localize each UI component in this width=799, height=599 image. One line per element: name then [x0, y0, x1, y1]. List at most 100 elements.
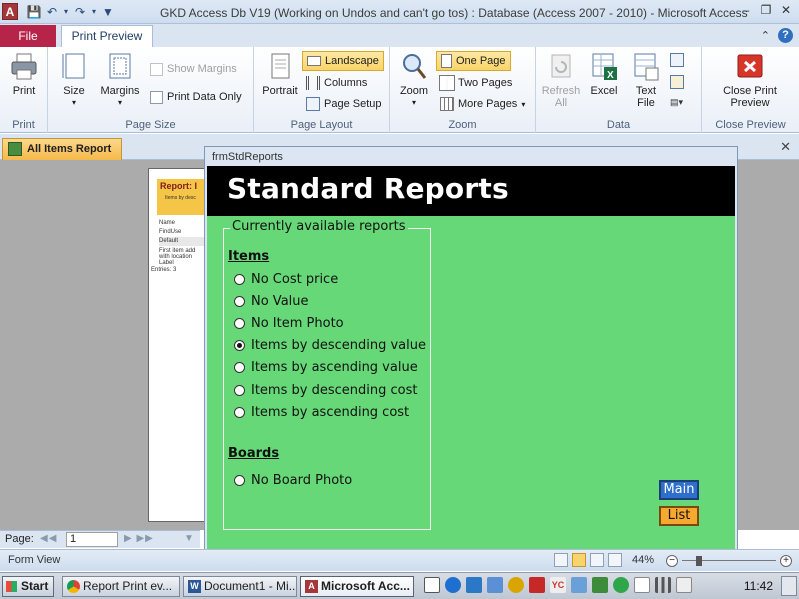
main-button[interactable]: Main: [659, 480, 699, 500]
radio-button[interactable]: [234, 318, 245, 329]
network-tool-tray-icon[interactable]: [487, 577, 503, 593]
taskbar-word[interactable]: W Document1 - Mi...: [183, 576, 297, 597]
layout-view-icon[interactable]: [554, 553, 568, 567]
minimize-ribbon-icon[interactable]: ⌃: [761, 29, 770, 42]
start-button[interactable]: Start: [2, 576, 54, 597]
radio-button[interactable]: [234, 274, 245, 285]
zoom-group: Zoom ▾ One Page Two Pages More Pages ▾ Z…: [390, 47, 536, 133]
volume-tray-icon[interactable]: [676, 577, 692, 593]
zoom-out-icon[interactable]: −: [666, 555, 678, 567]
customize-qat-icon[interactable]: ▼: [100, 4, 116, 20]
radio-no-board-photo[interactable]: No Board Photo: [234, 473, 352, 488]
print-preview-view-icon[interactable]: [572, 553, 586, 567]
restore-icon[interactable]: ❐: [759, 3, 773, 17]
app-tray-icon[interactable]: [571, 577, 587, 593]
yc-tray-icon[interactable]: YC: [550, 577, 566, 593]
undo-dropdown-icon[interactable]: ▾: [62, 4, 70, 20]
undo-icon[interactable]: ↶: [44, 4, 60, 20]
flag-tray-icon[interactable]: [634, 577, 650, 593]
close-preview-icon: [737, 54, 763, 78]
chrome-icon: [67, 580, 80, 593]
radio-button[interactable]: [234, 475, 245, 486]
signal-tray-icon[interactable]: [655, 577, 671, 593]
popup-title[interactable]: frmStdReports: [212, 151, 283, 163]
margins-button[interactable]: Margins ▾: [98, 51, 142, 109]
close-window-icon[interactable]: ✕: [779, 3, 793, 17]
show-margins-checkbox[interactable]: Show Margins: [146, 59, 241, 79]
two-pages-icon: [439, 75, 455, 91]
landscape-button[interactable]: Landscape: [302, 51, 384, 71]
columns-button[interactable]: Columns: [302, 73, 371, 93]
zoom-button[interactable]: Zoom ▾: [396, 51, 432, 109]
two-pages-button[interactable]: Two Pages: [436, 73, 516, 93]
radio-no-value[interactable]: No Value: [234, 294, 309, 309]
radio-button[interactable]: [234, 362, 245, 373]
radio-items-asc-value[interactable]: Items by ascending value: [234, 360, 418, 375]
first-prev-page-icons[interactable]: ◀◀: [40, 533, 57, 544]
refresh-all-button[interactable]: Refresh All: [540, 51, 582, 109]
taskbar-access[interactable]: A Microsoft Acc...: [300, 576, 414, 597]
radio-no-item-photo[interactable]: No Item Photo: [234, 316, 344, 331]
tab-print-preview[interactable]: Print Preview: [61, 25, 153, 48]
radio-button[interactable]: [234, 407, 245, 418]
report-icon: [8, 142, 22, 156]
list-button[interactable]: List: [659, 506, 699, 526]
next-last-page-icons[interactable]: ▶ ▶▶: [124, 533, 154, 544]
help-icon[interactable]: ?: [778, 28, 793, 43]
columns-label: Columns: [324, 77, 368, 89]
radio-items-desc-cost[interactable]: Items by descending cost: [234, 383, 417, 398]
zoom-in-icon[interactable]: +: [780, 555, 792, 567]
pdf-export-icon[interactable]: [670, 53, 684, 67]
page-number-input[interactable]: 1: [66, 532, 118, 547]
page-setup-button[interactable]: Page Setup: [302, 94, 386, 114]
radio-label: No Item Photo: [251, 316, 344, 331]
print-button[interactable]: Print: [6, 51, 42, 97]
redo-dropdown-icon[interactable]: ▾: [90, 4, 98, 20]
access-app-icon[interactable]: A: [2, 3, 18, 20]
portrait-button[interactable]: Portrait: [260, 51, 300, 97]
magnifier-icon: [403, 54, 427, 79]
minimize-icon[interactable]: –: [739, 3, 753, 17]
one-page-button[interactable]: One Page: [436, 51, 511, 71]
text-file-export-button[interactable]: Text File: [628, 51, 664, 109]
show-desktop-button[interactable]: [781, 576, 797, 596]
radio-button-selected[interactable]: [234, 340, 245, 351]
redo-icon[interactable]: ↷: [72, 4, 88, 20]
teamviewer-tray-icon[interactable]: [445, 577, 461, 593]
check-tray-icon[interactable]: [613, 577, 629, 593]
radio-button[interactable]: [234, 296, 245, 307]
data-group-label: Data: [606, 119, 631, 131]
calendar-tray-icon[interactable]: [424, 577, 440, 593]
doc-tab-all-items-report[interactable]: All Items Report: [2, 138, 122, 160]
radio-no-cost-price[interactable]: No Cost price: [234, 272, 338, 287]
print-group: Print Print: [0, 47, 48, 133]
tab-file[interactable]: File: [0, 25, 56, 47]
taskbar-clock[interactable]: 11:42: [744, 579, 773, 593]
size-button[interactable]: Size ▾: [56, 51, 92, 109]
email-export-icon[interactable]: [670, 75, 684, 89]
close-preview-group: Close Print Preview Close Preview: [702, 47, 799, 133]
radio-items-asc-cost[interactable]: Items by ascending cost: [234, 405, 409, 420]
close-document-icon[interactable]: ✕: [780, 139, 791, 155]
more-export-icon[interactable]: ▤▾: [670, 97, 692, 111]
security-tray-icon[interactable]: [592, 577, 608, 593]
bug-tray-icon[interactable]: [508, 577, 524, 593]
excel-export-button[interactable]: X Excel: [586, 51, 622, 97]
design-view-icon[interactable]: [608, 553, 622, 567]
taskbar-chrome[interactable]: Report Print ev...: [62, 576, 180, 597]
save-icon[interactable]: 💾: [26, 4, 42, 20]
more-pages-button[interactable]: More Pages ▾: [436, 94, 529, 114]
report-view-icon[interactable]: [590, 553, 604, 567]
antivirus-tray-icon[interactable]: [529, 577, 545, 593]
zoom-thumb[interactable]: [696, 556, 702, 566]
close-print-preview-button[interactable]: Close Print Preview: [710, 51, 790, 109]
filter-icon[interactable]: ▼: [184, 533, 194, 544]
radio-items-desc-value[interactable]: Items by descending value: [234, 338, 426, 353]
data-group: Refresh All X Excel Text File ▤▾ Data: [536, 47, 702, 133]
zoom-slider[interactable]: − +: [664, 555, 794, 567]
box-tray-icon[interactable]: [466, 577, 482, 593]
radio-label: Items by ascending cost: [251, 405, 410, 420]
print-data-only-checkbox[interactable]: Print Data Only: [146, 87, 246, 107]
print-data-only-check: [150, 90, 163, 104]
radio-button[interactable]: [234, 385, 245, 396]
